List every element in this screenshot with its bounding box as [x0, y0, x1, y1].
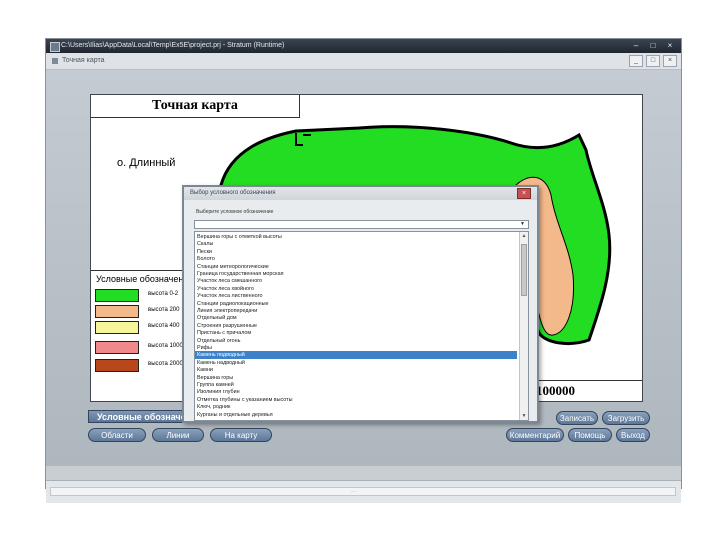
legend-title: Условные обозначения [96, 274, 194, 284]
island-label: о. Длинный [117, 157, 176, 169]
areas-button[interactable]: Области [88, 428, 146, 442]
legend-panel: Условные обозначения высота 0-2 высота 2… [91, 270, 198, 401]
scroll-grip-icon[interactable]: ⋯ [351, 489, 356, 495]
to-map-button[interactable]: На карту [210, 428, 272, 442]
inner-close-button[interactable]: × [663, 55, 677, 67]
inner-minimize-button[interactable]: _ [629, 55, 643, 67]
symbol-select[interactable]: ▼ [194, 220, 529, 229]
symbol-listbox[interactable]: Вершина горы с отметкой высоты Скалы Пески… [194, 231, 529, 421]
inner-maximize-button[interactable]: □ [646, 55, 660, 67]
maximize-button[interactable]: □ [646, 40, 660, 51]
statusbar: ⋯ [46, 480, 681, 503]
dialog-title: Выбор условного обозначения [190, 190, 276, 196]
chevron-down-icon[interactable]: ▼ [518, 221, 527, 228]
dialog-label: Выберите условное обозначение [196, 209, 274, 215]
scroll-thumb[interactable] [521, 244, 527, 296]
outer-window-title: C:\Users\Ilias\AppData\Local\Temp\Ex5E\p… [61, 42, 285, 49]
help-button[interactable]: Помощь [568, 428, 612, 442]
legend-swatch[interactable] [95, 359, 139, 372]
list-item[interactable]: Курганы и отдельные деревья [197, 411, 273, 419]
app-icon [50, 42, 60, 52]
legend-label: высота 400 [148, 323, 180, 329]
minimize-button[interactable]: – [629, 40, 643, 51]
save-button[interactable]: Записать [556, 411, 598, 425]
document-icon [52, 58, 58, 64]
outer-titlebar[interactable]: C:\Users\Ilias\AppData\Local\Temp\Ex5E\p… [46, 39, 681, 53]
horizontal-scrollbar[interactable]: ⋯ [50, 487, 676, 496]
legend-swatch[interactable] [95, 341, 139, 354]
legend-swatch[interactable] [95, 289, 139, 302]
lines-button[interactable]: Линии [152, 428, 204, 442]
scroll-down-icon[interactable]: ▼ [520, 412, 528, 420]
inner-titlebar[interactable]: Точная карта _ □ × [46, 53, 681, 70]
dialog-titlebar[interactable]: Выбор условного обозначения × [184, 187, 537, 200]
symbol-dialog: Выбор условного обозначения × Выберите у… [182, 185, 539, 423]
legend-swatch[interactable] [95, 305, 139, 318]
map-scale: 100000 [536, 383, 575, 398]
map-title: Точная карта [91, 95, 300, 118]
legend-label: высота 200 [148, 307, 180, 313]
scale-box: 100000 [531, 380, 642, 401]
exit-button[interactable]: Выход [616, 428, 650, 442]
outer-window-controls: – □ × [629, 40, 677, 51]
load-button[interactable]: Загрузить [602, 411, 650, 425]
comment-button[interactable]: Комментарий [506, 428, 564, 442]
dialog-close-button[interactable]: × [517, 188, 531, 199]
inner-window-title: Точная карта [62, 57, 105, 64]
legend-label: высота 0-2 [148, 291, 179, 297]
scroll-up-icon[interactable]: ▲ [520, 232, 528, 240]
close-button[interactable]: × [663, 40, 677, 51]
legend-section-label: Условные обозначения [88, 410, 196, 423]
inner-window-controls: _ □ × [629, 55, 677, 67]
legend-swatch[interactable] [95, 321, 139, 334]
listbox-scrollbar[interactable]: ▲ ▼ [519, 232, 528, 420]
